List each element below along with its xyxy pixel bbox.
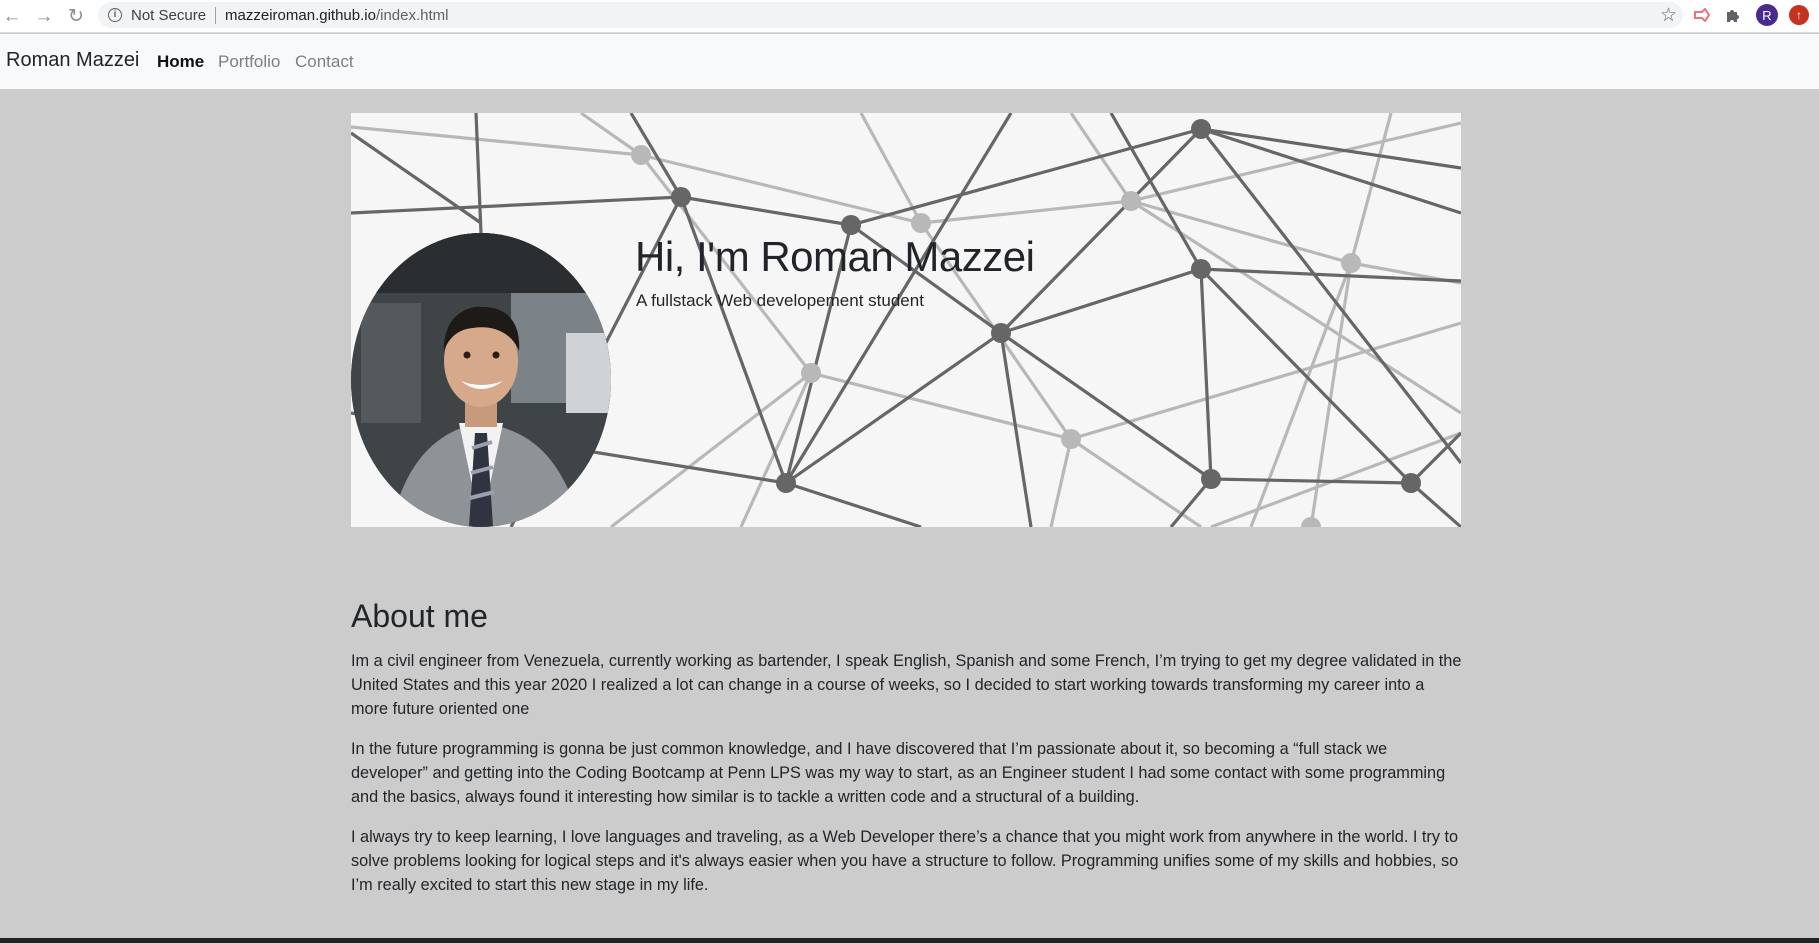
about-paragraph-2: In the future programming is gonna be ju…: [351, 740, 1446, 806]
site-navbar: Roman Mazzei Home Portfolio Contact: [0, 34, 1819, 89]
profile-photo-illustration: [351, 233, 611, 527]
puzzle-icon[interactable]: [1723, 5, 1743, 25]
back-arrow-icon[interactable]: ←: [0, 4, 24, 28]
about-paragraph-3: I always try to keep learning, I love la…: [351, 828, 1459, 894]
address-separator: [215, 6, 217, 24]
profile-avatar[interactable]: R: [1756, 4, 1778, 26]
url-text[interactable]: mazzeiroman.github.io/index.html: [225, 7, 448, 24]
info-icon[interactable]: i: [108, 8, 122, 22]
hero-title: Hi, I'm Roman Mazzei: [635, 233, 1035, 280]
extension-icon[interactable]: [1692, 5, 1712, 25]
browser-toolbar: ← → ↻ i Not Secure mazzeiroman.github.io…: [0, 0, 1819, 33]
hero-subtitle: A fullstack Web developement student: [636, 291, 924, 310]
nav-link-portfolio[interactable]: Portfolio: [218, 52, 280, 72]
forward-arrow-icon[interactable]: →: [32, 4, 56, 28]
star-icon[interactable]: ☆: [1660, 4, 1677, 27]
address-bar[interactable]: i Not Secure mazzeiroman.github.io/index…: [98, 2, 1683, 28]
security-label[interactable]: Not Secure: [131, 7, 206, 24]
url-path: /index.html: [375, 6, 449, 24]
about-title: About me: [351, 598, 488, 634]
nav-link-contact[interactable]: Contact: [295, 52, 354, 72]
about-section: About me Im a civil engineer from Venezu…: [351, 598, 1463, 913]
update-icon[interactable]: ↑: [1789, 5, 1809, 25]
hero-banner: Hi, I'm Roman Mazzei A fullstack Web dev…: [351, 113, 1461, 527]
reload-icon[interactable]: ↻: [64, 4, 88, 28]
brand-link[interactable]: Roman Mazzei: [6, 49, 139, 72]
url-host: mazzeiroman.github.io: [225, 6, 376, 24]
nav-link-home[interactable]: Home: [157, 52, 204, 72]
footer-edge: [0, 938, 1819, 943]
about-paragraph-1: Im a civil engineer from Venezuela, curr…: [351, 652, 1462, 718]
profile-photo: [351, 233, 611, 527]
